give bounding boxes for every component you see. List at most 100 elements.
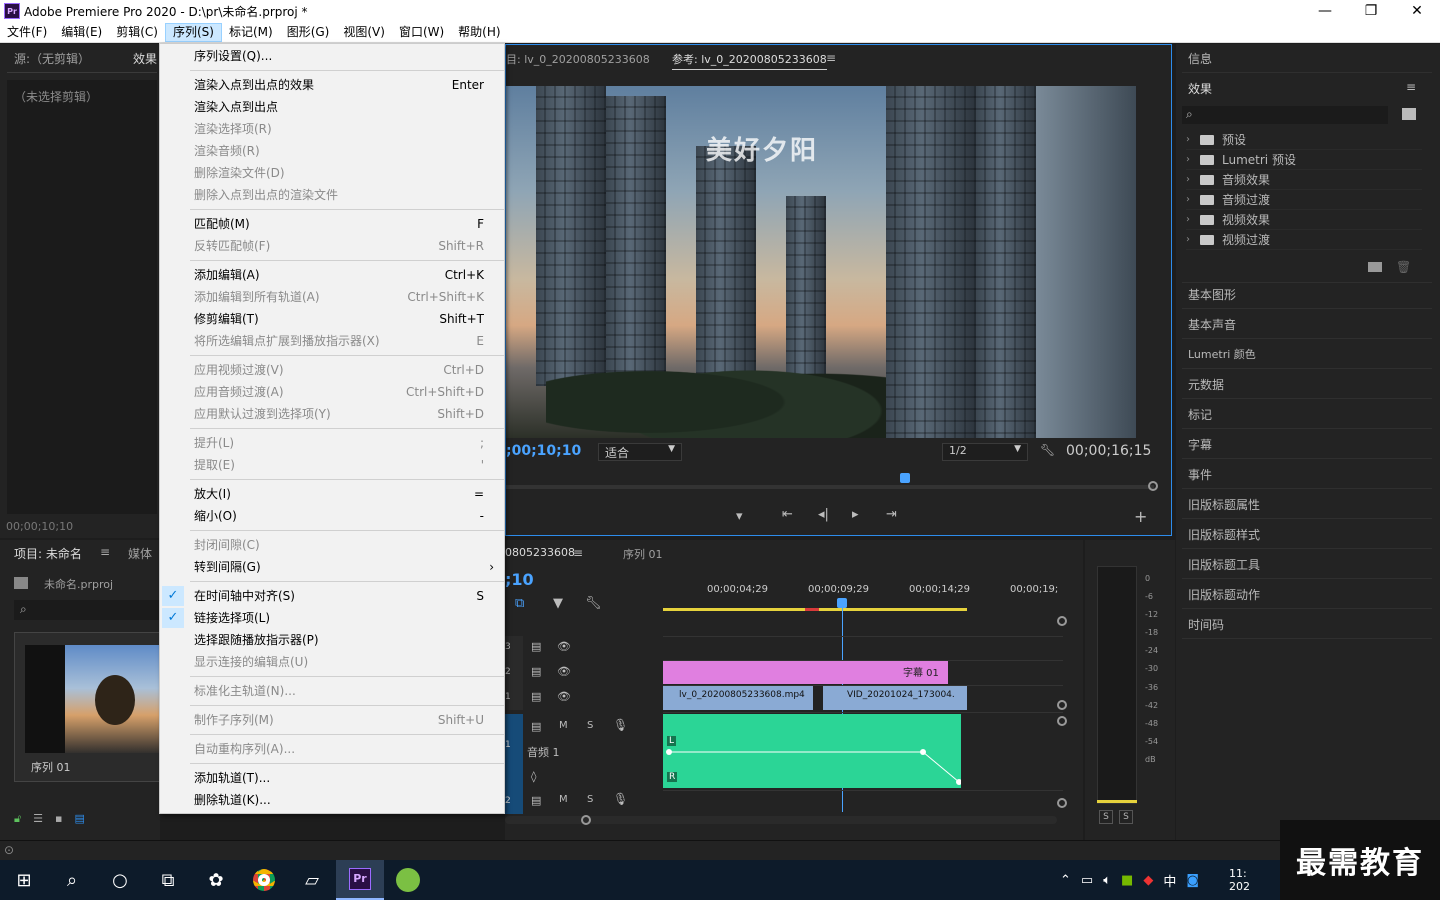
premiere-taskbar-icon[interactable]: Pr (336, 860, 384, 900)
menu-item-close-gap[interactable]: 封闭间隙(C) (160, 534, 504, 556)
eye-icon[interactable]: 👁︎ (557, 690, 571, 703)
fx-item-audio-effects[interactable]: › 音频效果 (1186, 170, 1422, 190)
tab-sequence-01[interactable]: 序列 01 (623, 546, 663, 562)
menu-item-go-to-gap[interactable]: 转到间隔(G) › (160, 556, 504, 578)
section-essential-graphics[interactable]: 基本图形 (1188, 286, 1236, 303)
mute-button[interactable]: M (559, 794, 568, 805)
video-clip-2[interactable]: VID_20201024_173004. (823, 686, 967, 710)
go-to-in-button[interactable]: ⇤ (782, 507, 793, 522)
program-playhead[interactable] (900, 473, 910, 483)
icon-view-icon[interactable]: ▪ (55, 812, 62, 826)
section-lumetri-color[interactable]: Lumetri 颜色 (1188, 346, 1256, 362)
cortana-icon[interactable]: ○ (96, 860, 144, 900)
section-markers[interactable]: 标记 (1188, 406, 1212, 423)
qq-icon[interactable]: ◙ (1186, 873, 1199, 888)
vertical-scroll-handle[interactable] (1057, 616, 1067, 626)
menu-view[interactable]: 视图(V) (336, 23, 392, 42)
menu-item-apply-default-transition[interactable]: 应用默认过渡到选择项(Y) Shift+D (160, 403, 504, 425)
step-back-button[interactable]: ◂| (818, 507, 829, 522)
wrench-icon[interactable]: 🔧︎ (585, 596, 602, 611)
add-marker-icon[interactable]: ▼ (553, 596, 563, 611)
volume-icon[interactable]: 🔈︎ (1103, 873, 1111, 888)
chevron-up-icon[interactable]: ⌃ (1060, 873, 1071, 888)
solo-right-button[interactable]: S (1119, 810, 1133, 824)
add-button[interactable]: + (1134, 507, 1147, 526)
vertical-scroll-handle[interactable] (1057, 716, 1067, 726)
title-clip[interactable]: 字幕 01 (663, 661, 948, 684)
minimize-button[interactable]: — (1302, 0, 1348, 22)
effects-panel-header[interactable]: 效果 (1188, 80, 1212, 97)
menu-clip[interactable]: 剪辑(C) (109, 23, 165, 42)
close-button[interactable]: ✕ (1394, 0, 1440, 22)
menu-item-apply-video-transition[interactable]: 应用视频过渡(V) Ctrl+D (160, 359, 504, 381)
menu-edit[interactable]: 编辑(E) (54, 23, 109, 42)
microphone-icon[interactable]: 🎙︎ (613, 792, 628, 806)
menu-item-add-edit-all-tracks[interactable]: 添加编辑到所有轨道(A) Ctrl+Shift+K (160, 286, 504, 308)
fx-item-audio-transitions[interactable]: › 音频过渡 (1186, 190, 1422, 210)
section-legacy-title-properties[interactable]: 旧版标题属性 (1188, 496, 1260, 513)
menu-item-extend-edit[interactable]: 将所选编辑点扩展到播放指示器(X) E (160, 330, 504, 352)
solo-button[interactable]: S (587, 794, 593, 805)
menu-icon[interactable]: ≡ (100, 545, 110, 559)
menu-item-delete-render-files-in-out[interactable]: 删除入点到出点的渲染文件 (160, 184, 504, 206)
clock[interactable]: 11: 202 (1229, 867, 1250, 893)
toggle-sync-lock-icon[interactable]: ▤ (531, 720, 541, 733)
microphone-icon[interactable]: 🎙︎ (613, 718, 628, 732)
effects-search-input[interactable]: ⌕ (1182, 106, 1388, 124)
info-panel-header[interactable]: 信息 (1188, 50, 1212, 67)
fx-item-video-transitions[interactable]: › 视频过渡 (1186, 230, 1422, 250)
menu-item-zoom-out[interactable]: 缩小(O) - (160, 505, 504, 527)
toggle-sync-lock-icon[interactable]: ▤ (531, 665, 541, 678)
program-current-timecode[interactable]: ;00;10;10 (506, 443, 581, 459)
menu-item-linked-selection[interactable]: ✓ 链接选择项(L) (160, 607, 504, 629)
task-view-icon[interactable]: ⧉ (144, 860, 192, 900)
security-icon[interactable]: ◆ (1143, 873, 1153, 888)
menu-item-normalize-master-track[interactable]: 标准化主轨道(N)... (160, 680, 504, 702)
scrub-end-handle[interactable] (1148, 481, 1158, 491)
menu-item-match-frame[interactable]: 匹配帧(M) F (160, 213, 504, 235)
menu-item-delete-tracks[interactable]: 删除轨道(K)... (160, 789, 504, 811)
menu-item-render-in-out[interactable]: 渲染入点到出点 (160, 96, 504, 118)
mute-button[interactable]: M (559, 720, 568, 731)
playback-resolution-dropdown[interactable]: 1/2 ▼ (942, 443, 1028, 461)
maximize-button[interactable]: ❐ (1348, 0, 1394, 22)
section-legacy-title-styles[interactable]: 旧版标题样式 (1188, 526, 1260, 543)
fx-item-presets[interactable]: › 预设 (1186, 130, 1422, 150)
tab-reference-monitor[interactable]: 参考: lv_0_20200805233608 (672, 51, 827, 70)
section-events[interactable]: 事件 (1188, 466, 1212, 483)
menu-item-show-through-edits[interactable]: 显示连接的编辑点(U) (160, 651, 504, 673)
windows-start-icon[interactable]: ⊞ (0, 860, 48, 900)
menu-window[interactable]: 窗口(W) (392, 23, 451, 42)
snap-icon[interactable]: ⧉ (515, 596, 524, 611)
eye-icon[interactable]: 👁︎ (557, 640, 571, 653)
lock-icon[interactable]: 🔓︎ (14, 812, 21, 826)
tab-media-browser[interactable]: 媒体 (128, 545, 152, 562)
notepad-app-icon[interactable]: ▱ (288, 860, 336, 900)
menu-item-render-selection[interactable]: 渲染选择项(R) (160, 118, 504, 140)
program-video-frame[interactable]: 美好夕阳 (506, 86, 1136, 438)
section-metadata[interactable]: 元数据 (1188, 376, 1224, 393)
play-button[interactable]: ▸ (852, 507, 859, 522)
chrome-icon[interactable] (240, 860, 288, 900)
menu-file[interactable]: 文件(F) (0, 23, 54, 42)
menu-item-lift[interactable]: 提升(L); (160, 432, 504, 454)
fx-item-video-effects[interactable]: › 视频效果 (1186, 210, 1422, 230)
toggle-sync-lock-icon[interactable]: ▤ (531, 640, 541, 653)
tab-effect-controls[interactable]: 效果 (133, 50, 157, 67)
audio-clip[interactable]: L R (663, 714, 961, 788)
menu-marker[interactable]: 标记(M) (222, 23, 280, 42)
zoom-level-dropdown[interactable]: 适合 ▼ (598, 443, 682, 461)
menu-item-add-edit[interactable]: 添加编辑(A) Ctrl+K (160, 264, 504, 286)
video-clip-1[interactable]: lv_0_20200805233608.mp4 (663, 686, 813, 710)
menu-item-zoom-in[interactable]: 放大(I) = (160, 483, 504, 505)
menu-item-trim-edit[interactable]: 修剪编辑(T) Shift+T (160, 308, 504, 330)
trash-icon[interactable]: 🗑︎ (1396, 260, 1411, 274)
menu-item-reverse-match-frame[interactable]: 反转匹配帧(F) Shift+R (160, 235, 504, 257)
solo-left-button[interactable]: S (1099, 810, 1113, 824)
menu-item-apply-audio-transition[interactable]: 应用音频过渡(A) Ctrl+Shift+D (160, 381, 504, 403)
pinwheel-app-icon[interactable]: ✿ (192, 860, 240, 900)
menu-sequence[interactable]: 序列(S) (164, 22, 222, 42)
panel-menu-icon[interactable]: ≡ (573, 546, 583, 560)
tab-source[interactable]: 源:（无剪辑） (14, 50, 90, 67)
network-icon[interactable]: ▭ (1081, 873, 1093, 888)
